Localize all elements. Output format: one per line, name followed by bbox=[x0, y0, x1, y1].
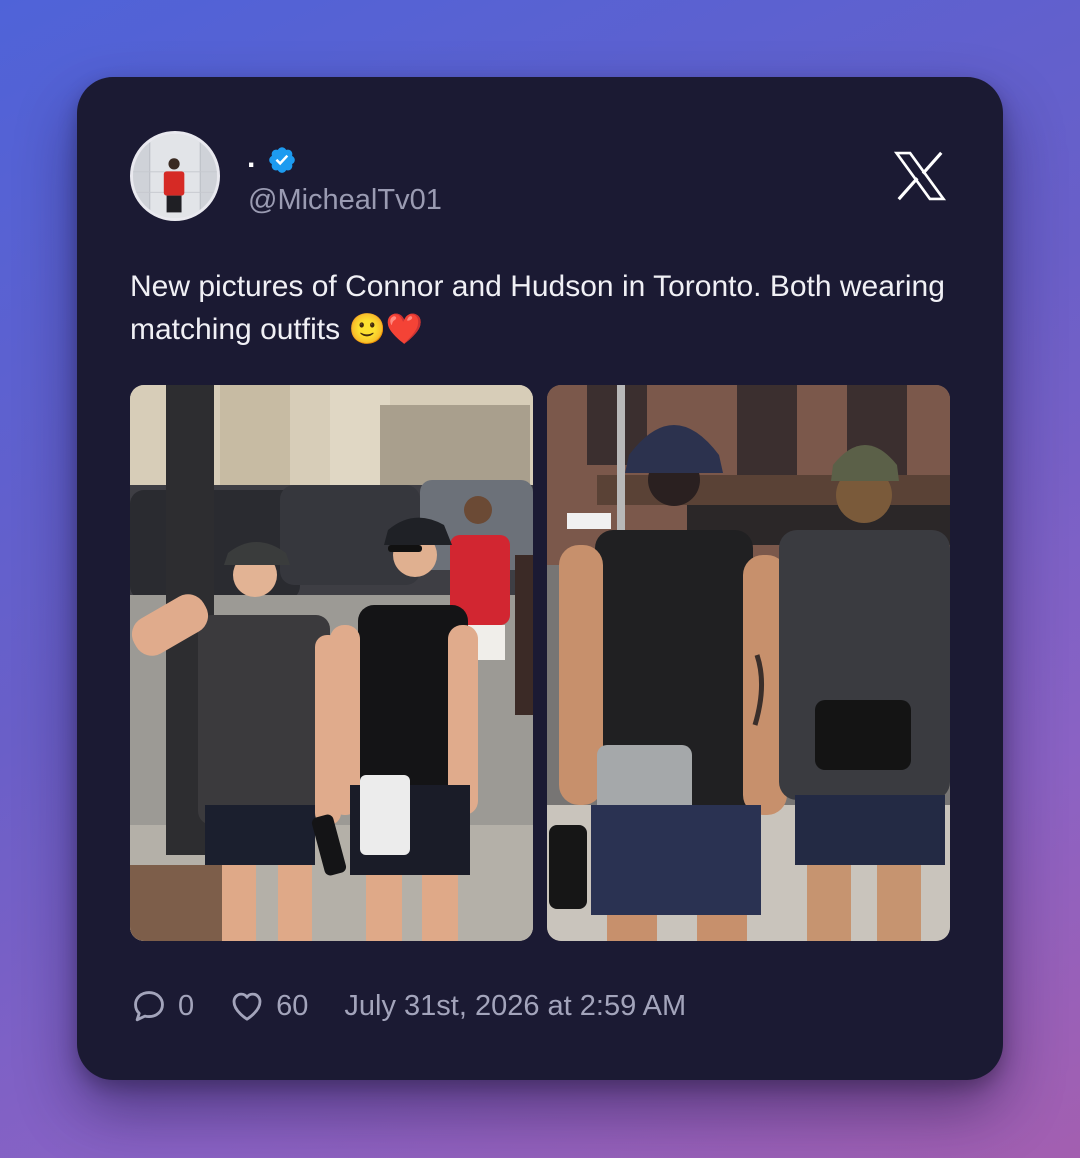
user-handle[interactable]: @MichealTv01 bbox=[248, 183, 442, 217]
display-name[interactable]: . bbox=[247, 141, 255, 175]
verified-badge-icon bbox=[269, 147, 295, 173]
reply-count: 0 bbox=[178, 989, 195, 1022]
avatar-image bbox=[133, 134, 217, 218]
heart-icon[interactable] bbox=[228, 987, 266, 1025]
tweet-photo-1[interactable] bbox=[130, 385, 533, 941]
tweet-photo-2[interactable] bbox=[547, 385, 950, 941]
x-logo-icon[interactable] bbox=[891, 145, 949, 207]
tweet-card: . @MichealTv01 New pictures of Connor an… bbox=[77, 77, 1003, 1080]
like-count: 60 bbox=[276, 989, 309, 1022]
tweet-text: New pictures of Connor and Hudson in Tor… bbox=[130, 270, 945, 346]
tweet-timestamp[interactable]: July 31st, 2026 at 2:59 AM bbox=[344, 990, 686, 1023]
tweet-footer: 0 60 July 31st, 2026 at 2:59 AM bbox=[130, 983, 686, 1029]
avatar[interactable] bbox=[130, 131, 220, 221]
reply-icon[interactable] bbox=[130, 987, 168, 1025]
